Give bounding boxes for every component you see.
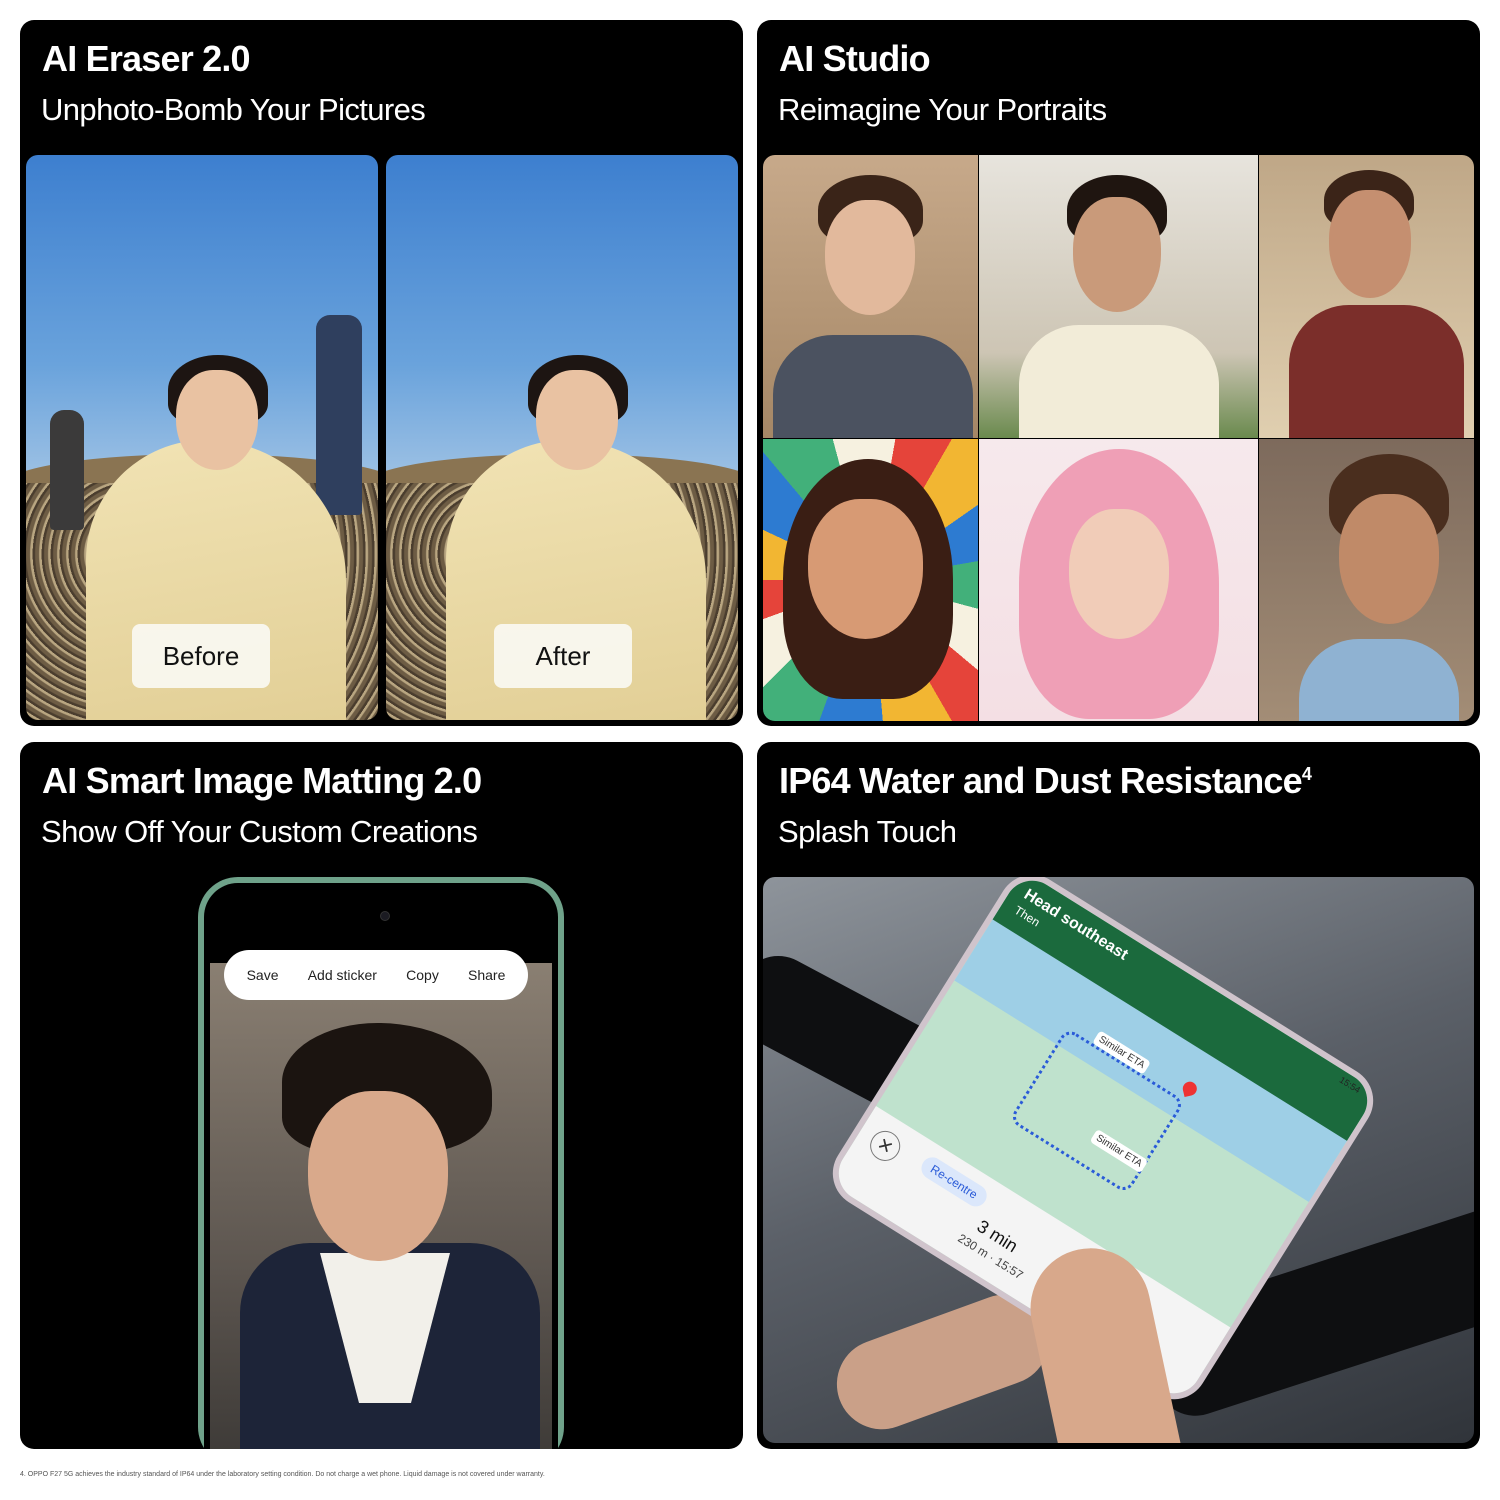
panel-subtitle: Splash Touch [778, 814, 957, 849]
portrait-tile [1259, 155, 1474, 438]
panel-title: AI Eraser 2.0 [42, 38, 251, 79]
add-sticker-button[interactable]: Add sticker [304, 967, 381, 983]
copy-button[interactable]: Copy [402, 967, 443, 983]
status-time: 15:54 [1337, 1074, 1363, 1096]
portrait-tile [979, 439, 1258, 721]
panel-title: AI Studio [779, 38, 931, 79]
panel-subtitle: Show Off Your Custom Creations [41, 814, 478, 849]
panel-subtitle: Reimagine Your Portraits [778, 92, 1107, 127]
footnote: 4. OPPO F27 5G achieves the industry sta… [20, 1471, 545, 1478]
close-icon[interactable]: ✕ [864, 1125, 906, 1167]
sticker-context-menu: Save Add sticker Copy Share [224, 950, 528, 1000]
portrait-tile [763, 155, 978, 438]
ai-eraser-panel: AI Eraser 2.0 Unphoto-Bomb Your Pictures… [20, 20, 743, 726]
front-camera [380, 911, 390, 921]
ai-studio-panel: AI Studio Reimagine Your Portraits [757, 20, 1480, 726]
recentre-button[interactable]: Re-centre [917, 1153, 991, 1211]
ai-matting-panel: AI Smart Image Matting 2.0 Show Off Your… [20, 742, 743, 1449]
matted-subject [308, 1091, 448, 1261]
before-photo: Before [26, 155, 378, 720]
bystander-figure [50, 410, 84, 530]
panel-title: IP64 Water and Dust Resistance4 [779, 760, 1312, 802]
after-label: After [494, 624, 632, 688]
panel-subtitle: Unphoto-Bomb Your Pictures [41, 92, 426, 127]
portrait-tile [1259, 439, 1474, 721]
before-label: Before [132, 624, 270, 688]
after-photo: After [386, 155, 738, 720]
footnote-marker: 4 [1301, 764, 1312, 784]
portrait-tile [979, 155, 1258, 438]
panel-title-text: IP64 Water and Dust Resistance [779, 760, 1303, 801]
panel-title: AI Smart Image Matting 2.0 [42, 760, 482, 801]
share-button[interactable]: Share [464, 967, 509, 983]
rain-scene: Head southeast Then 15:54 Similar ETA Si… [763, 877, 1474, 1443]
save-button[interactable]: Save [243, 967, 283, 983]
ip64-panel: IP64 Water and Dust Resistance4 Splash T… [757, 742, 1480, 1449]
bystander-figure [316, 315, 362, 515]
portrait-tile [763, 439, 978, 721]
phone-screen [210, 963, 552, 1449]
